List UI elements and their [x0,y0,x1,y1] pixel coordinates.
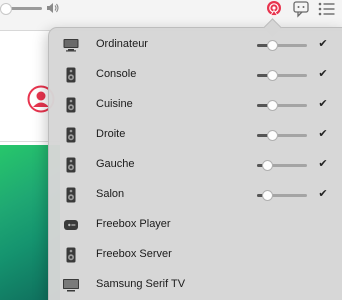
airplay-device-row[interactable]: Freebox Player [48,210,342,240]
volume-knob[interactable] [262,160,273,171]
device-name: Cuisine [96,98,133,110]
checkmark-icon[interactable] [316,277,330,291]
checkmark-icon[interactable]: ✔ [316,187,330,201]
speaker-icon [62,96,80,114]
airplay-device-row[interactable]: Cuisine ✔ [48,90,342,120]
speaker-icon [62,156,80,174]
music-app-window: Ordinateur ✔ Console ✔ Cuisine ✔ Droite ✔ Gauche… [0,0,342,300]
speaker-icon [62,246,80,264]
device-name: Console [96,68,137,80]
airplay-device-row[interactable]: Samsung Serif TV [48,270,342,300]
checkmark-icon[interactable]: ✔ [316,97,330,111]
apple-tv-icon [62,216,80,234]
checkmark-icon[interactable] [316,217,330,231]
computer-icon [62,36,80,54]
device-name: Droite [96,128,126,140]
device-volume-slider[interactable] [257,160,307,171]
checkmark-icon[interactable]: ✔ [316,67,330,81]
volume-knob[interactable] [267,40,278,51]
speaker-icon [62,186,80,204]
airplay-device-row[interactable]: Console ✔ [48,60,342,90]
checkmark-icon[interactable]: ✔ [316,37,330,51]
device-name: Ordinateur [96,38,148,50]
airplay-audio-icon [267,1,281,16]
device-name: Gauche [96,158,135,170]
airplay-device-row[interactable]: Freebox Server [48,240,342,270]
speech-bubble-icon [293,1,309,18]
checkmark-icon[interactable]: ✔ [316,127,330,141]
list-icon [318,2,335,16]
airplay-device-row[interactable]: Droite ✔ [48,120,342,150]
device-name: Salon [96,188,125,200]
device-volume-slider[interactable] [257,190,307,201]
volume-slider-knob[interactable] [0,3,12,15]
device-volume-slider[interactable] [257,70,307,81]
checkmark-icon[interactable] [316,247,330,261]
airplay-button[interactable] [263,0,285,18]
checkmark-icon[interactable]: ✔ [316,157,330,171]
device-volume-slider[interactable] [257,100,307,111]
speaker-icon [62,66,80,84]
device-name: Freebox Server [96,248,172,260]
volume-knob[interactable] [267,130,278,141]
queue-button[interactable] [316,0,338,18]
airplay-device-row[interactable]: Gauche ✔ [48,150,342,180]
device-name: Samsung Serif TV [96,278,186,290]
airplay-device-row[interactable]: Salon ✔ [48,180,342,210]
tv-icon [62,276,80,294]
device-volume-slider[interactable] [257,130,307,141]
volume-knob[interactable] [262,190,273,201]
airplay-device-row[interactable]: Ordinateur ✔ [48,30,342,60]
volume-knob[interactable] [267,100,278,111]
lyrics-button[interactable] [290,0,312,18]
volume-knob[interactable] [267,70,278,81]
device-name: Freebox Player [96,218,171,230]
speaker-icon [62,126,80,144]
device-volume-slider[interactable] [257,40,307,51]
speaker-loud-icon [47,3,59,13]
